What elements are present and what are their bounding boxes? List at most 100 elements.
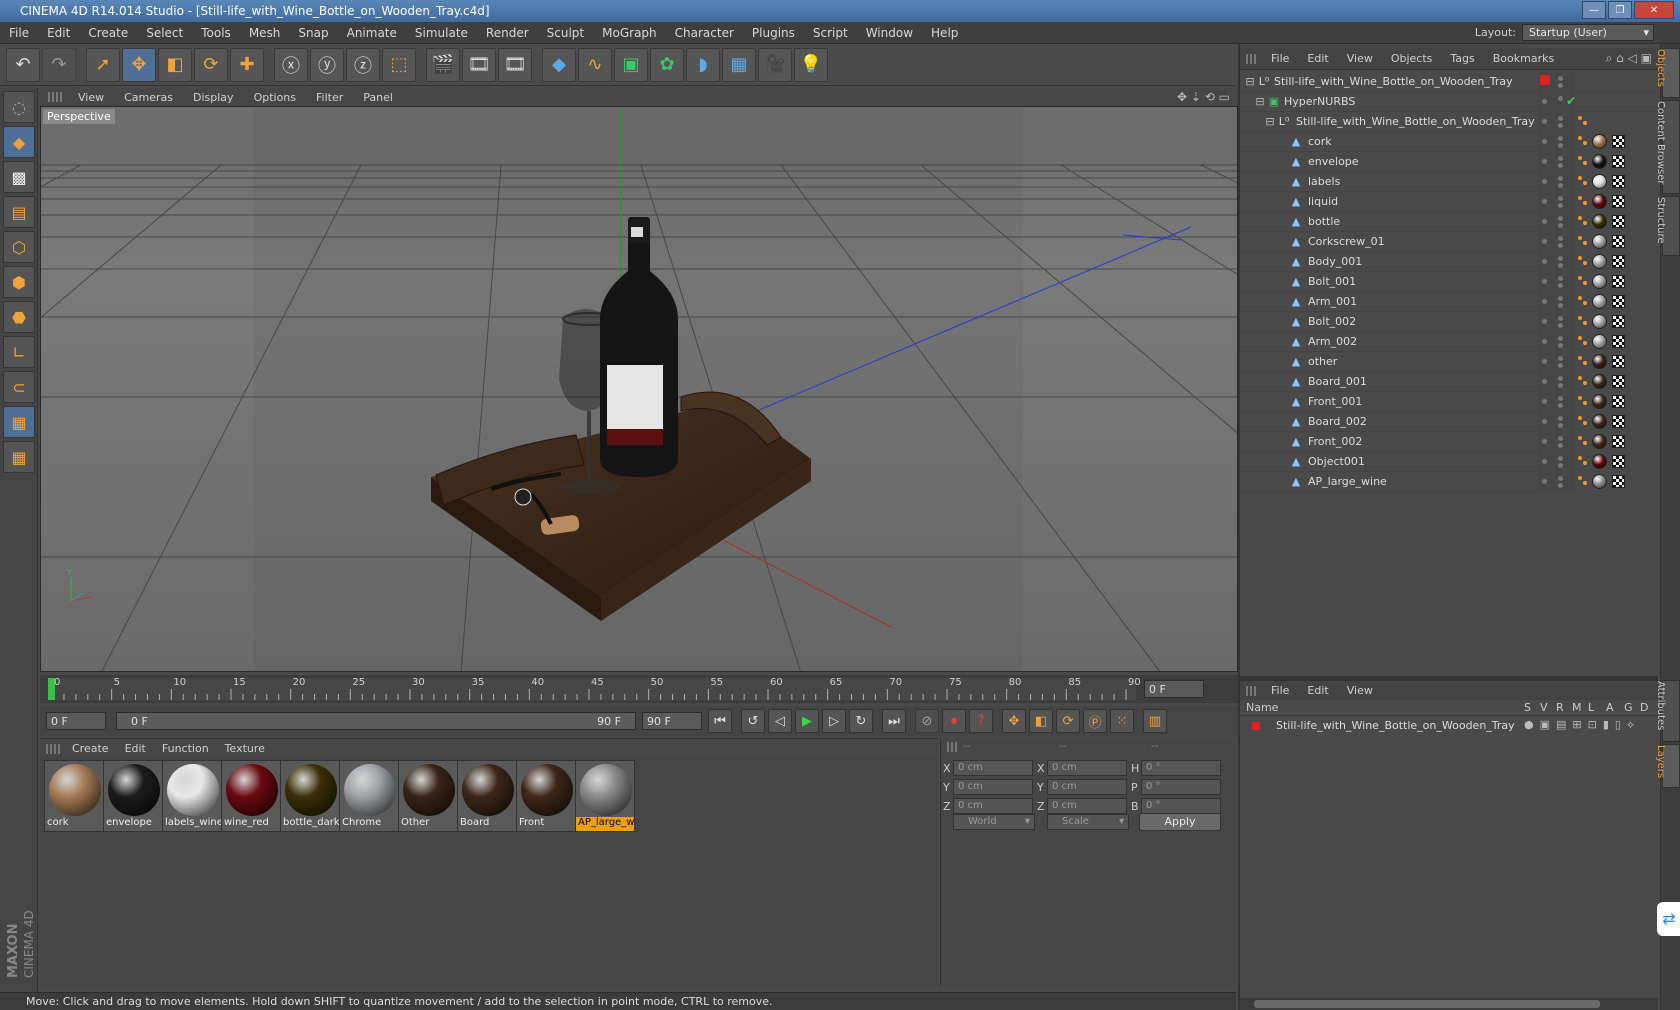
rotation-field[interactable]: 0 °: [1141, 798, 1221, 814]
size-field[interactable]: 0 cm: [1047, 760, 1127, 776]
restore-button[interactable]: ❐: [1608, 1, 1632, 19]
current-frame-field[interactable]: 0 F: [1144, 680, 1204, 698]
menu-script[interactable]: Script: [804, 26, 857, 40]
phong-tag-icon[interactable]: [1578, 316, 1588, 326]
uvw-tag-icon[interactable]: [1612, 315, 1625, 328]
menu-snap[interactable]: Snap: [289, 26, 337, 40]
layers-menu-edit[interactable]: Edit: [1298, 684, 1337, 697]
tab-objects[interactable]: Objects: [1655, 48, 1680, 98]
column-generators[interactable]: G: [1624, 701, 1633, 714]
tab-layers[interactable]: Layers: [1655, 744, 1680, 788]
column-manager[interactable]: M: [1572, 701, 1582, 714]
size-field[interactable]: 0 cm: [1047, 779, 1127, 795]
play-button[interactable]: ▶: [795, 709, 819, 733]
collapse-icon[interactable]: ⊟: [1254, 96, 1266, 108]
material-tag-icon[interactable]: [1592, 394, 1607, 409]
uvw-tag-icon[interactable]: [1612, 335, 1625, 348]
material-tag-icon[interactable]: [1592, 414, 1607, 429]
record-keys-button[interactable]: ⊘: [915, 709, 939, 733]
workplane-mode-button[interactable]: ▤: [3, 196, 35, 228]
layout-dropdown[interactable]: Startup (User) ▾: [1522, 24, 1654, 41]
uvw-tag-icon[interactable]: [1612, 135, 1625, 148]
uvw-tag-icon[interactable]: [1612, 455, 1625, 468]
material-menu-create[interactable]: Create: [64, 742, 117, 755]
uvw-tag-icon[interactable]: [1612, 415, 1625, 428]
scale-tool-button[interactable]: ◧: [158, 47, 192, 82]
scrollbar-thumb[interactable]: [1254, 1000, 1600, 1008]
phong-tag-icon[interactable]: [1578, 216, 1588, 226]
material-menu-function[interactable]: Function: [154, 742, 217, 755]
column-view[interactable]: V: [1540, 701, 1548, 714]
viewport-menu-display[interactable]: Display: [183, 91, 244, 104]
objects-menu-view[interactable]: View: [1338, 52, 1382, 65]
material-tag-icon[interactable]: [1592, 134, 1607, 149]
tree-row-object[interactable]: ▲ labels: [1240, 172, 1658, 192]
chat-widget-icon[interactable]: ⇄: [1657, 902, 1680, 936]
rotate-tool-button[interactable]: ⟳: [194, 47, 228, 82]
tree-row-object[interactable]: ▲ Arm_001: [1240, 292, 1658, 312]
material-tag-icon[interactable]: [1592, 154, 1607, 169]
texture-mode-button[interactable]: ▩: [3, 161, 35, 193]
tree-row-object[interactable]: ▲ Arm_002: [1240, 332, 1658, 352]
parameter-key-button[interactable]: Ⓟ: [1083, 709, 1107, 733]
phong-tag-icon[interactable]: [1578, 156, 1588, 166]
phong-tag-icon[interactable]: [1578, 236, 1588, 246]
rotation-field[interactable]: 0 °: [1141, 760, 1221, 776]
column-solo[interactable]: S: [1524, 701, 1531, 714]
make-editable-button[interactable]: ◌: [3, 91, 35, 123]
collapse-icon[interactable]: ⊟: [1244, 76, 1256, 88]
check-icon[interactable]: ✔: [1566, 94, 1576, 108]
uvw-tag-icon[interactable]: [1612, 175, 1625, 188]
material-swatch[interactable]: Other: [398, 760, 458, 832]
material-swatch[interactable]: bottle_dark: [280, 760, 340, 832]
tree-row-object[interactable]: ▲ Object001: [1240, 452, 1658, 472]
x-axis-button[interactable]: ⓧ: [274, 47, 308, 82]
material-tag-icon[interactable]: [1592, 374, 1607, 389]
tree-row-object[interactable]: ▲ Front_001: [1240, 392, 1658, 412]
layers-menu-view[interactable]: View: [1338, 684, 1382, 697]
menu-window[interactable]: Window: [857, 26, 922, 40]
render-picture-viewer-button[interactable]: 🎞: [462, 47, 496, 82]
position-field[interactable]: 0 cm: [953, 798, 1033, 814]
material-tag-icon[interactable]: [1592, 234, 1607, 249]
viewport-menu-view[interactable]: View: [68, 91, 114, 104]
phong-tag-icon[interactable]: [1578, 376, 1588, 386]
phong-tag-icon[interactable]: [1578, 436, 1588, 446]
locked-workplane-button[interactable]: ▦: [3, 406, 35, 438]
coordinate-system-button[interactable]: ⬚: [382, 47, 416, 82]
menu-sculpt[interactable]: Sculpt: [538, 26, 593, 40]
scale-key-button[interactable]: ◧: [1029, 709, 1053, 733]
tree-row-object[interactable]: ▲ cork: [1240, 132, 1658, 152]
menu-file[interactable]: File: [0, 26, 38, 40]
viewport-menu-filter[interactable]: Filter: [306, 91, 353, 104]
viewport-menu-panel[interactable]: Panel: [353, 91, 403, 104]
column-locked[interactable]: L: [1588, 701, 1594, 714]
nurbs-button[interactable]: ▣: [614, 47, 648, 82]
go-to-end-button[interactable]: ⏭: [882, 709, 906, 733]
recent-tool-button[interactable]: ✚: [230, 47, 264, 82]
material-tag-icon[interactable]: [1592, 254, 1607, 269]
apply-button[interactable]: Apply: [1139, 813, 1221, 831]
rotation-field[interactable]: 0 °: [1141, 779, 1221, 795]
menu-character[interactable]: Character: [666, 26, 743, 40]
uvw-tag-icon[interactable]: [1612, 235, 1625, 248]
edges-mode-button[interactable]: ⬢: [3, 266, 35, 298]
tree-row-object[interactable]: ▲ liquid: [1240, 192, 1658, 212]
tree-row-object[interactable]: ▲ Bolt_001: [1240, 272, 1658, 292]
material-swatch[interactable]: cork: [44, 760, 104, 832]
menu-tools[interactable]: Tools: [192, 26, 240, 40]
material-swatch[interactable]: labels_wine: [162, 760, 222, 832]
menu-plugins[interactable]: Plugins: [743, 26, 804, 40]
layers-menu-file[interactable]: File: [1262, 684, 1298, 697]
z-axis-button[interactable]: ⓩ: [346, 47, 380, 82]
menu-help[interactable]: Help: [922, 26, 967, 40]
material-tag-icon[interactable]: [1592, 354, 1607, 369]
uvw-tag-icon[interactable]: [1612, 475, 1625, 488]
material-tag-icon[interactable]: [1592, 214, 1607, 229]
phong-tag-icon[interactable]: [1578, 356, 1588, 366]
next-key-button[interactable]: ↻: [849, 709, 873, 733]
uvw-tag-icon[interactable]: [1612, 395, 1625, 408]
objects-menu-bookmarks[interactable]: Bookmarks: [1484, 52, 1563, 65]
tree-row-root[interactable]: ⊟ L⁰ Still-life_with_Wine_Bottle_on_Wood…: [1240, 72, 1658, 92]
material-tag-icon[interactable]: [1592, 194, 1607, 209]
